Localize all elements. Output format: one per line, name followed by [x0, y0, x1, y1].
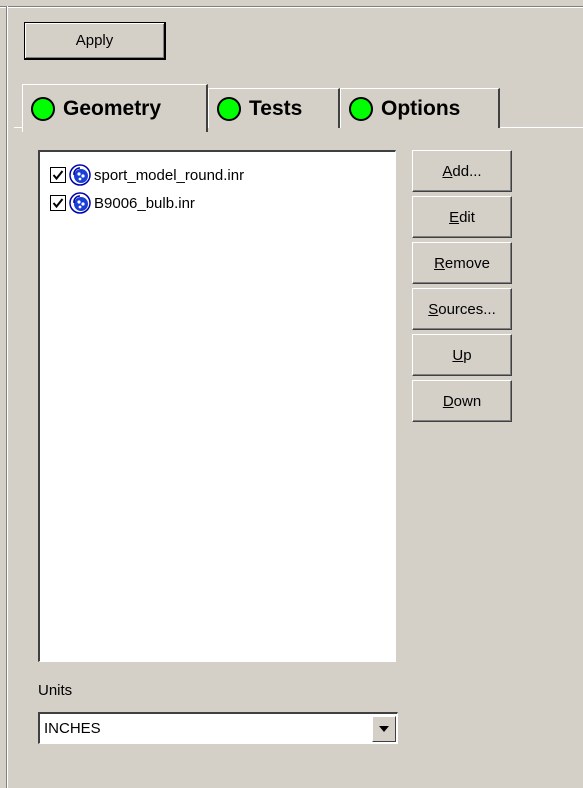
up-button[interactable]: Up [412, 334, 512, 376]
add-label-rest: dd... [452, 162, 482, 180]
down-label-rest: own [453, 392, 482, 410]
tab-geometry[interactable]: Geometry [22, 84, 208, 132]
units-label: Units [38, 682, 73, 699]
tab-options-label: Options [381, 96, 461, 120]
check-icon [52, 170, 64, 181]
item-checkbox[interactable] [50, 167, 66, 183]
apply-button[interactable]: Apply [24, 22, 166, 60]
add-button[interactable]: Add... [412, 150, 512, 192]
item-checkbox[interactable] [50, 195, 66, 211]
sources-mnemonic: S [428, 300, 439, 318]
sources-button[interactable]: Sources... [412, 288, 512, 330]
add-mnemonic: A [442, 162, 453, 180]
dropdown-button[interactable] [372, 715, 396, 742]
sources-label-rest: ources... [438, 300, 496, 318]
geometry-file-icon [69, 164, 91, 186]
down-button[interactable]: Down [412, 380, 512, 422]
edit-mnemonic: E [449, 208, 460, 226]
list-item-label: B9006_bulb.inr [94, 194, 195, 212]
status-ok-icon [217, 96, 241, 121]
geometry-file-icon [69, 192, 91, 214]
geometry-list[interactable]: sport_model_round.inr B9006_bulb.inr [38, 150, 396, 662]
frame-top-edge [0, 6, 583, 8]
status-ok-icon [31, 96, 55, 121]
remove-button[interactable]: Remove [412, 242, 512, 284]
frame-left-edge [6, 6, 8, 788]
down-mnemonic: D [442, 392, 454, 410]
tab-options[interactable]: Options [340, 88, 500, 128]
units-select-value: INCHES [44, 720, 101, 737]
tab-geometry-label: Geometry [63, 96, 162, 120]
units-select[interactable]: INCHES [38, 712, 398, 744]
edit-button[interactable]: Edit [412, 196, 512, 238]
edit-label-rest: dit [459, 208, 475, 226]
chevron-down-icon [379, 725, 389, 732]
list-item[interactable]: B9006_bulb.inr [50, 192, 195, 214]
check-icon [52, 198, 64, 209]
status-ok-icon [349, 96, 373, 121]
list-item-label: sport_model_round.inr [94, 166, 245, 184]
tab-tests-label: Tests [249, 96, 303, 120]
list-item[interactable]: sport_model_round.inr [50, 164, 244, 186]
remove-label-rest: emove [444, 254, 490, 272]
remove-mnemonic: R [434, 254, 445, 272]
up-mnemonic: U [452, 346, 464, 364]
tab-tests[interactable]: Tests [208, 88, 340, 128]
up-label-rest: p [463, 346, 472, 364]
